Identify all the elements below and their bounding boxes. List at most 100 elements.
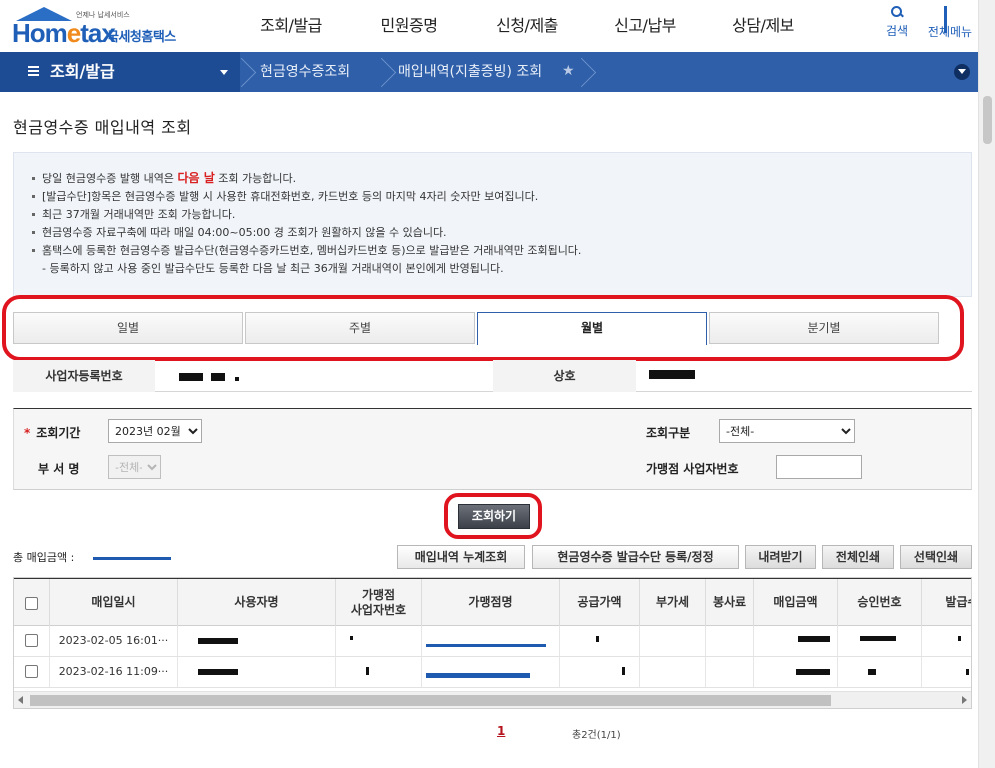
search-icon: [891, 6, 903, 18]
breadcrumb-separator: [380, 52, 394, 92]
print-all-button[interactable]: 전체인쇄: [822, 545, 894, 569]
row-checkbox[interactable]: [25, 634, 38, 647]
total-amount: 총 매입금액 :: [13, 549, 171, 565]
page-scrollbar[interactable]: [978, 0, 995, 768]
hamburger-icon: [28, 66, 39, 68]
business-reg-no-label: 사업자등록번호: [13, 360, 155, 392]
download-button[interactable]: 내려받기: [745, 545, 816, 569]
header-user: 사용자명: [178, 579, 336, 626]
cell-merchant-reg: [336, 657, 422, 687]
masked-value: [198, 669, 238, 675]
merchant-reg-input[interactable]: [776, 455, 862, 479]
cell-vat: [640, 626, 706, 656]
cell-issue-method: [922, 626, 971, 656]
cell-supply: [560, 657, 640, 687]
masked-value: [622, 667, 625, 675]
total-amount-label: 총 매입금액 :: [13, 551, 75, 564]
row-select: [14, 626, 50, 656]
period-label: * 조회기간: [24, 426, 81, 440]
tab-weekly[interactable]: 주별: [245, 312, 475, 344]
cell-amount: [754, 626, 838, 656]
breadcrumb-purchase-history[interactable]: 매입내역(지출증빙) 조회: [398, 52, 542, 92]
query-button[interactable]: 조회하기: [458, 504, 530, 529]
table-row[interactable]: 2023-02-05 16:01···: [14, 626, 971, 657]
cell-vat: [640, 657, 706, 687]
business-info-row: 사업자등록번호 상호: [13, 360, 972, 392]
masked-value: [958, 636, 961, 641]
header-vat: 부가세: [640, 579, 706, 626]
merchant-reg-label: 가맹점 사업자번호: [646, 462, 739, 476]
gnb-item-certificate[interactable]: 민원증명: [350, 0, 468, 52]
cell-approval: [838, 626, 922, 656]
masked-value: [350, 636, 353, 640]
header-merchant-name: 가맹점명: [422, 579, 560, 626]
location-menu-dropdown[interactable]: 조회/발급: [0, 52, 240, 92]
masked-value: [179, 373, 203, 381]
cell-tip: [706, 626, 754, 656]
notice-line: 현금영수증 자료구축에 따라 매일 04:00~05:00 경 조회가 원활하지…: [30, 224, 971, 242]
logo-wordmark: Hometax: [12, 18, 116, 48]
masked-value: [798, 636, 830, 642]
cell-date: 2023-02-05 16:01···: [50, 626, 178, 656]
cell-approval: [838, 657, 922, 687]
period-select[interactable]: 2023년 02월: [108, 419, 202, 443]
pagination-current-page[interactable]: 1: [497, 724, 505, 738]
tab-daily[interactable]: 일별: [13, 312, 243, 344]
masked-value: [366, 667, 369, 675]
masked-value: [211, 373, 225, 381]
department-label: 부 서 명: [38, 462, 80, 476]
breadcrumb-separator: [240, 52, 254, 92]
cell-supply: [560, 626, 640, 656]
header-issue-method: 발급수단: [922, 579, 971, 626]
purchase-table: 매입일시 사용자명 가맹점 사업자번호 가맹점명 공급가액 부가세 봉사료 매입금…: [13, 577, 972, 709]
scroll-left-icon[interactable]: [18, 696, 23, 704]
register-issue-method-button[interactable]: 현금영수증 발급수단 등록/정정: [532, 545, 739, 569]
masked-value: [966, 669, 969, 675]
breadcrumb-cash-receipt[interactable]: 현금영수증조회: [260, 52, 350, 92]
department-select: -전체-: [108, 455, 161, 479]
page-title: 현금영수증 매입내역 조회: [13, 118, 192, 137]
cell-amount: [754, 657, 838, 687]
category-select[interactable]: -전체-: [719, 419, 855, 443]
grid-menu-icon: [943, 6, 957, 33]
masked-value: [235, 377, 239, 381]
header-merchant-reg: 가맹점 사업자번호: [336, 579, 422, 626]
cumulative-inquiry-button[interactable]: 매입내역 누계조회: [397, 545, 525, 569]
tab-monthly[interactable]: 월별: [477, 312, 707, 345]
scrollbar-thumb[interactable]: [30, 695, 831, 706]
scroll-right-icon[interactable]: [962, 696, 967, 704]
tab-quarterly[interactable]: 분기별: [709, 312, 939, 344]
all-menu-button[interactable]: 전체메뉴: [922, 6, 978, 40]
category-label: 조회구분: [646, 426, 691, 440]
gnb-item-report-pay[interactable]: 신고/납부: [586, 0, 704, 52]
masked-value: [596, 636, 599, 642]
cell-merchant-name[interactable]: [422, 657, 560, 687]
cell-user: [178, 626, 336, 656]
table-row[interactable]: 2023-02-16 11:09···: [14, 657, 971, 688]
notice-line: 당일 현금영수증 발행 내역은 다음 날 조회 가능합니다.: [30, 169, 971, 188]
hometax-logo[interactable]: Hometax 언제나 납세서비스 국세청홈택스: [12, 4, 202, 48]
gnb-item-inquiry[interactable]: 조회/발급: [232, 0, 350, 52]
gnb-item-counsel[interactable]: 상담/제보: [704, 0, 822, 52]
select-all-checkbox[interactable]: [25, 597, 38, 610]
gnb-item-apply[interactable]: 신청/제출: [468, 0, 586, 52]
masked-value: [198, 638, 238, 644]
notice-line: 최근 37개월 거래내역만 조회 가능합니다.: [30, 206, 971, 224]
row-checkbox[interactable]: [25, 665, 38, 678]
notice-line: 홈택스에 등록한 현금영수증 발급수단(현금영수증카드번호, 멤버십카드번호 등…: [30, 242, 971, 260]
cell-merchant-name[interactable]: [422, 626, 560, 656]
search-form: * 조회기간 2023년 02월 조회구분 -전체- 부 서 명 -전체- 가맹점…: [13, 408, 972, 490]
cell-issue-method: [922, 657, 971, 687]
search-button[interactable]: 검색: [872, 6, 922, 39]
breadcrumb-separator: [580, 52, 594, 92]
print-selected-button[interactable]: 선택인쇄: [900, 545, 972, 569]
all-menu-label: 전체메뉴: [927, 25, 973, 39]
cell-date: 2023-02-16 11:09···: [50, 657, 178, 687]
table-horizontal-scrollbar[interactable]: [14, 691, 971, 708]
table-header: 매입일시 사용자명 가맹점 사업자번호 가맹점명 공급가액 부가세 봉사료 매입금…: [14, 578, 971, 626]
scrollbar-thumb[interactable]: [983, 96, 992, 144]
notice-line: - 등록하지 않고 사용 중인 발급수단도 등록한 다음 날 최근 36개월 거…: [42, 262, 504, 275]
cell-user: [178, 657, 336, 687]
masked-value: [860, 636, 896, 641]
chevron-down-icon[interactable]: [954, 64, 970, 80]
